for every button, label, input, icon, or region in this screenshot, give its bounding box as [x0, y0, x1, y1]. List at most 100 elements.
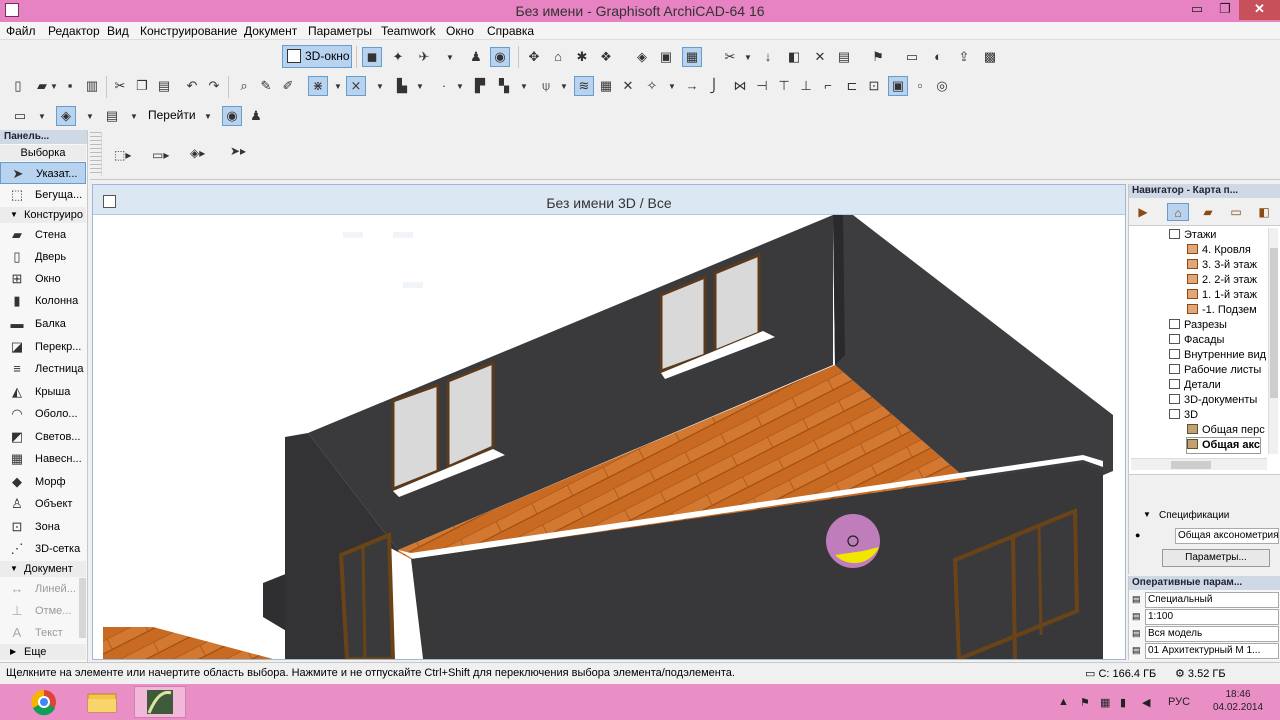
arrow-right-icon[interactable]: →: [682, 76, 702, 96]
tool-arrow[interactable]: ➤ Указат...: [0, 162, 86, 184]
tool-stair[interactable]: ≡ Лестница: [0, 358, 86, 380]
arrow-down-icon[interactable]: ↓: [758, 47, 778, 67]
explorer-taskbar-button[interactable]: [76, 686, 128, 718]
close-x-icon[interactable]: ✕: [618, 76, 638, 96]
navigator-tree-item[interactable]: Рабочие листы: [1169, 363, 1261, 378]
goto-dropdown-arrow-icon[interactable]: ▼: [204, 112, 212, 121]
menu-document[interactable]: Документ: [244, 24, 297, 38]
structure-display-select[interactable]: Вся модель: [1145, 626, 1279, 642]
dropdown-arrow-icon[interactable]: ▼: [416, 82, 424, 91]
cut-plane-icon[interactable]: ✂: [720, 47, 740, 67]
archicad-taskbar-button[interactable]: [134, 686, 186, 718]
target-icon[interactable]: ◎: [932, 76, 952, 96]
trim-icon[interactable]: ⊣: [752, 76, 772, 96]
view-map-icon[interactable]: ▰: [1197, 203, 1219, 221]
menu-options[interactable]: Параметры: [308, 24, 372, 38]
tool-door[interactable]: ▯ Дверь: [0, 246, 86, 268]
navigator-tree-item[interactable]: Фасады: [1169, 333, 1224, 348]
arrow-pointer-icon[interactable]: ➤▸: [230, 144, 260, 162]
tool-roof[interactable]: ◭ Крыша: [0, 381, 86, 403]
undo-icon[interactable]: ↶: [182, 76, 202, 96]
plan-view-icon[interactable]: ▭: [10, 106, 30, 126]
navigator-header[interactable]: Навигатор - Карта п...: [1129, 184, 1280, 198]
dropdown-arrow-icon[interactable]: ▼: [520, 82, 528, 91]
group-icon[interactable]: ▚: [494, 76, 514, 96]
parameters-button[interactable]: Параметры...: [1162, 549, 1270, 567]
camera-icon[interactable]: ❖: [596, 47, 616, 67]
new-file-icon[interactable]: ▯: [8, 76, 28, 96]
3d-view-icon[interactable]: ◈: [56, 106, 76, 126]
info-box-grip[interactable]: [90, 132, 102, 176]
navigator-tree-item[interactable]: 2. 2-й этаж: [1187, 273, 1257, 288]
fly-icon[interactable]: ✈: [414, 47, 434, 67]
clipboard-icon[interactable]: ▤: [834, 47, 854, 67]
publish-icon[interactable]: ▩: [980, 47, 1000, 67]
selection-method-icon[interactable]: ⬚▸: [114, 148, 144, 166]
print-icon[interactable]: ▥: [82, 76, 102, 96]
navigator-horizontal-scrollbar[interactable]: [1131, 458, 1267, 470]
goto-label[interactable]: Перейти: [148, 108, 196, 122]
tool-mesh[interactable]: ⋰ 3D-сетка: [0, 538, 86, 560]
tool-shell[interactable]: ◠ Оболо...: [0, 403, 86, 425]
tray-arrow-icon[interactable]: ▲: [1058, 696, 1069, 708]
tool-dimension[interactable]: ↔ Линей...: [0, 578, 86, 600]
grid-snap-icon[interactable]: ▦: [596, 76, 616, 96]
corner-icon[interactable]: ▛: [470, 76, 490, 96]
navigator-tree-item[interactable]: 3D: [1169, 408, 1198, 423]
stretch-icon[interactable]: ⊡: [864, 76, 884, 96]
adjust-icon[interactable]: ⊤: [774, 76, 794, 96]
pan-icon[interactable]: ✥: [524, 47, 544, 67]
menu-design[interactable]: Конструирование: [140, 24, 237, 38]
group-document[interactable]: ▼ Документ: [0, 561, 86, 577]
rotate-icon[interactable]: ✦: [388, 47, 408, 67]
system-clock[interactable]: 18:46 04.02.2014: [1202, 688, 1274, 714]
tray-network-icon[interactable]: ▦: [1100, 696, 1110, 709]
menu-file[interactable]: Файл: [6, 24, 36, 38]
collapse-triangle-icon[interactable]: ▼: [1143, 510, 1151, 519]
scale-select[interactable]: 1:100: [1145, 609, 1279, 625]
dropdown-arrow-icon[interactable]: ▼: [38, 112, 46, 121]
navigator-menu-icon[interactable]: ▶: [1132, 203, 1154, 221]
dropdown-arrow-icon[interactable]: ▼: [334, 82, 342, 91]
navigator-tree-item[interactable]: 3D-документы: [1169, 393, 1257, 408]
toolbox-header[interactable]: Панель...: [0, 130, 87, 144]
navigator-tree-item[interactable]: Общая акс: [1186, 437, 1261, 454]
explode-icon[interactable]: ◧: [784, 47, 804, 67]
cut-icon[interactable]: ✂: [110, 76, 130, 96]
dropdown-arrow-icon[interactable]: ▼: [668, 82, 676, 91]
toolbox-scrollbar[interactable]: [79, 578, 86, 638]
3d-model-canvas[interactable]: [93, 215, 1125, 659]
navigator-tree-item[interactable]: Детали: [1169, 378, 1221, 393]
magic-wand-icon[interactable]: ✧: [642, 76, 662, 96]
tool-beam[interactable]: ▬ Балка: [0, 313, 86, 335]
navigator-tree-item[interactable]: Этажи: [1169, 228, 1216, 243]
mirror-icon[interactable]: ⎭: [704, 76, 724, 96]
menu-view[interactable]: Вид: [107, 24, 129, 38]
layer-combination-select[interactable]: Специальный: [1145, 592, 1279, 608]
dropdown-arrow-icon[interactable]: ▼: [560, 82, 568, 91]
3d-window-button[interactable]: 3D-окно: [282, 45, 352, 68]
layout-icon[interactable]: ▤: [102, 106, 122, 126]
eyedropper-icon[interactable]: ✎: [256, 76, 276, 96]
open-folder-icon[interactable]: ▰: [32, 76, 52, 96]
offset-icon[interactable]: ⊏: [842, 76, 862, 96]
syringe-icon[interactable]: ✐: [278, 76, 298, 96]
pin-icon[interactable]: ⚑: [868, 47, 888, 67]
tray-signal-icon[interactable]: ▮: [1120, 696, 1126, 709]
dropdown-arrow-icon[interactable]: ▼: [744, 53, 752, 62]
menu-edit[interactable]: Редактор: [48, 24, 100, 38]
intersect-icon[interactable]: ⊥: [796, 76, 816, 96]
marquee-3d-icon[interactable]: ▦: [682, 47, 702, 67]
element-selection-icon[interactable]: ◈▸: [190, 146, 220, 164]
cross-icon[interactable]: ✕: [810, 47, 830, 67]
spec-view-field[interactable]: Общая аксонометрия: [1175, 528, 1279, 544]
layers-icon[interactable]: ◈: [632, 47, 652, 67]
tool-text[interactable]: A Текст: [0, 622, 86, 644]
scroll-thumb[interactable]: [1270, 248, 1278, 398]
walk-figure-icon[interactable]: ♟: [246, 106, 266, 126]
snap-grid-icon[interactable]: ⋇: [308, 76, 328, 96]
tool-slab[interactable]: ◪ Перекр...: [0, 336, 86, 358]
menu-window[interactable]: Окно: [446, 24, 474, 38]
trace-icon[interactable]: ▣: [888, 76, 908, 96]
dropdown-arrow-icon[interactable]: ▼: [456, 82, 464, 91]
